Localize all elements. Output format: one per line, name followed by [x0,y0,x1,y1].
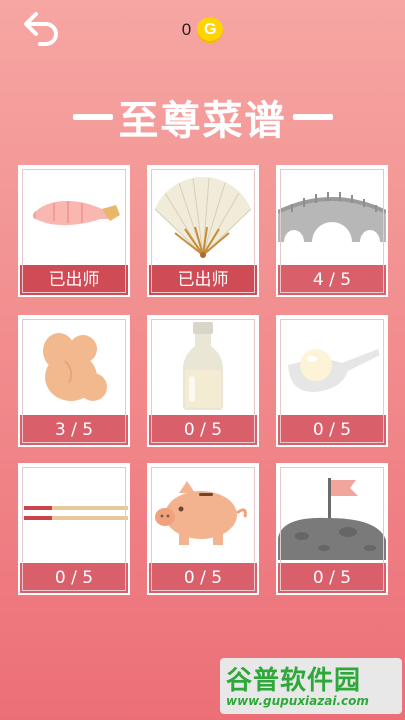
recipe-status: 0 / 5 [278,415,386,445]
recipe-status: 4 / 5 [278,265,386,295]
recipe-status: 0 / 5 [278,563,386,593]
arch-bridge-icon [278,192,386,242]
milk-bottle-icon [183,322,223,410]
watermark-title: 谷普软件园 [226,666,362,696]
recipe-status: 已出师 [149,265,257,295]
coin-counter: 0 G [0,14,405,46]
page-title-row: 至尊菜谱 [0,88,405,146]
recipe-card[interactable]: 4 / 5 [276,165,388,297]
recipe-status: 3 / 5 [20,415,128,445]
recipe-status: 已出师 [20,265,128,295]
recipe-card[interactable]: 0 / 5 [147,315,259,447]
shrimp-icon [33,200,120,226]
moon-flag-icon [278,478,386,560]
title-dash-left [72,114,113,120]
recipe-status: 0 / 5 [149,563,257,593]
folding-fan-icon [154,177,252,258]
recipe-card[interactable]: 0 / 5 [276,315,388,447]
recipe-card[interactable]: 已出师 [18,165,130,297]
watermark-url: www.gupuxiazai.com [226,694,369,708]
watermark: 谷普软件园 www.gupuxiazai.com [220,658,402,714]
recipe-card[interactable]: 3 / 5 [18,315,130,447]
gold-coin-icon: G [197,17,224,43]
recipe-status: 0 / 5 [20,563,128,593]
recipe-card[interactable]: 0 / 5 [276,463,388,595]
rice-spoon-icon [288,349,380,392]
piggy-bank-icon [155,481,247,545]
recipe-status: 0 / 5 [149,415,257,445]
coin-symbol: G [204,21,217,38]
chopsticks-icon [24,506,128,520]
title-dash-right [292,114,333,120]
recipe-grid: 已出师 已出师 4 / 5 3 / 5 0 / 5 0 / 5 0 / 5 0 … [18,165,388,605]
recipe-card[interactable]: 已出师 [147,165,259,297]
recipe-card[interactable]: 0 / 5 [147,463,259,595]
page-title: 至尊菜谱 [118,98,287,144]
pretzel-bun-icon [43,333,107,401]
coin-count: 0 [181,20,192,39]
recipe-card[interactable]: 0 / 5 [18,463,130,595]
